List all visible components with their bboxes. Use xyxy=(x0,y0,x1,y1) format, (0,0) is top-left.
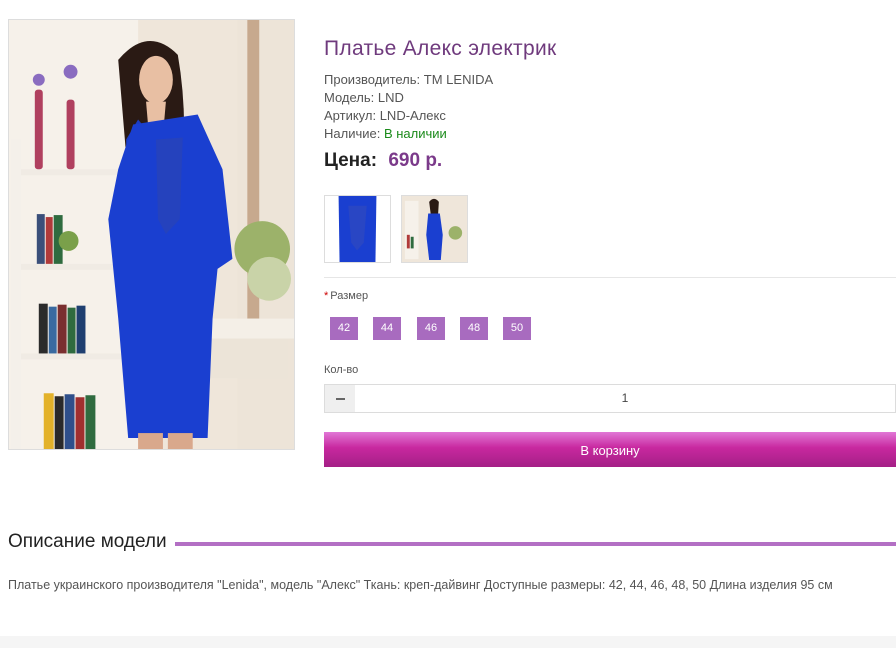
size-option-50[interactable]: 50 xyxy=(503,317,531,340)
dress-photo xyxy=(9,20,294,449)
manufacturer-label: Производитель: xyxy=(324,72,421,87)
size-option-46[interactable]: 46 xyxy=(417,317,445,340)
availability-value: В наличии xyxy=(383,126,447,141)
sku-value: LND-Алекс xyxy=(379,108,446,123)
quantity-decrease-button[interactable] xyxy=(324,384,356,413)
model-row: Модель: LND xyxy=(324,89,493,107)
description-title: Описание модели xyxy=(8,531,175,553)
product-main-image[interactable] xyxy=(8,19,295,450)
price-label: Цена: xyxy=(324,150,378,171)
availability-row: Наличие: В наличии xyxy=(324,125,493,143)
model-label: Модель: xyxy=(324,90,375,105)
thumbnail-image-2[interactable] xyxy=(401,195,468,263)
description-divider xyxy=(174,542,896,546)
sku-label: Артикул: xyxy=(324,108,377,123)
product-meta: Производитель: TM LENIDA Модель: LND Арт… xyxy=(324,71,493,143)
dress-full-thumbnail xyxy=(402,196,467,262)
model-value: LND xyxy=(377,90,404,105)
manufacturer-row: Производитель: TM LENIDA xyxy=(324,71,493,89)
size-label-text: Размер xyxy=(330,290,369,302)
availability-label: Наличие: xyxy=(324,126,381,141)
size-option-42[interactable]: 42 xyxy=(330,317,358,340)
sku-row: Артикул: LND-Алекс xyxy=(324,107,493,125)
price-row: Цена: 690 р. xyxy=(324,150,442,172)
description-text: Платье украинского производителя "Lenida… xyxy=(8,578,833,592)
required-mark: * xyxy=(324,290,329,302)
dress-detail-thumbnail xyxy=(325,196,390,262)
price-value: 690 р. xyxy=(388,150,443,171)
divider xyxy=(324,277,896,278)
size-option-48[interactable]: 48 xyxy=(460,317,488,340)
product-title: Платье Алекс электрик xyxy=(324,37,557,60)
thumbnail-image-1[interactable] xyxy=(324,195,391,263)
manufacturer-link[interactable]: TM LENIDA xyxy=(424,72,493,87)
quantity-input[interactable]: 1 xyxy=(355,384,896,413)
quantity-label: Кол-во xyxy=(324,364,359,376)
footer-band xyxy=(0,636,896,648)
size-label: * Размер xyxy=(324,290,368,302)
add-to-cart-button[interactable]: В корзину xyxy=(324,432,896,467)
size-option-44[interactable]: 44 xyxy=(373,317,401,340)
minus-icon xyxy=(335,397,345,400)
